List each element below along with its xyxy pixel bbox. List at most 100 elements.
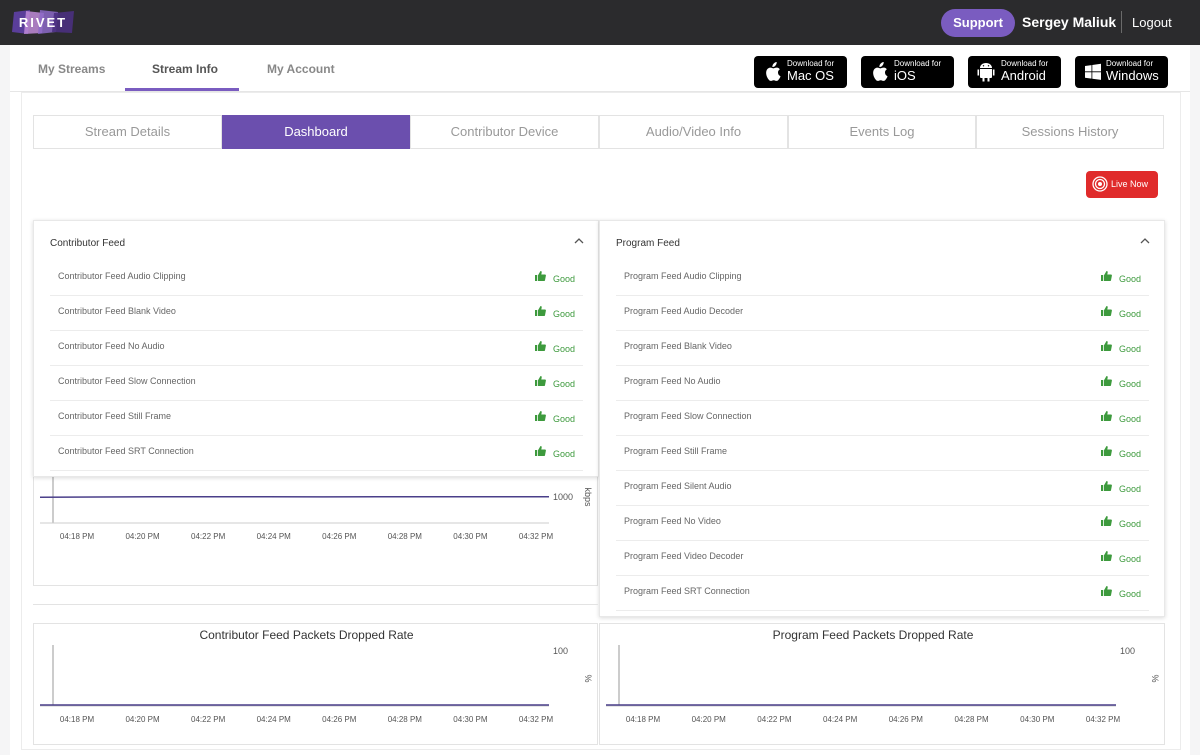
download-platform-label: iOS	[894, 68, 916, 83]
chart-title: Contributor Feed Packets Dropped Rate	[199, 628, 413, 642]
feed-check-label: Contributor Feed SRT Connection	[58, 446, 194, 456]
x-tick-label: 04:24 PM	[257, 532, 292, 541]
feed-row: Contributor Feed No Audio Good	[50, 331, 583, 366]
apple-icon	[766, 62, 781, 81]
status-good-label: Good	[1119, 554, 1142, 564]
program-packets-chart: Program Feed Packets Dropped Rate 100% 04:…	[599, 623, 1165, 745]
status-good-label: Good	[1119, 449, 1142, 459]
dashboard-container: Stream Details Dashboard Contributor Dev…	[21, 92, 1181, 750]
status-good-label: Good	[553, 309, 576, 319]
thumbs-up-icon	[535, 446, 546, 456]
tab-sessions-history[interactable]: Sessions History	[976, 115, 1164, 149]
x-tick-label: 04:26 PM	[322, 532, 357, 541]
tab-dashboard[interactable]: Dashboard	[222, 115, 410, 149]
feed-check-label: Contributor Feed Slow Connection	[58, 376, 196, 386]
support-button[interactable]: Support	[941, 9, 1015, 37]
thumbs-up-icon	[1101, 411, 1112, 421]
tab-my-streams[interactable]: My Streams	[38, 62, 105, 76]
logout-link[interactable]: Logout	[1132, 15, 1172, 30]
x-tick-label: 04:30 PM	[453, 532, 488, 541]
feed-row: Contributor Feed Slow Connection Good	[50, 366, 583, 401]
contributor-feed-card: Contributor Feed Contributor Feed Audio …	[33, 220, 599, 477]
feed-row: Program Feed Silent Audio Good	[616, 471, 1149, 506]
logo-text: RIVET	[19, 15, 67, 30]
status-good-label: Good	[1119, 344, 1142, 354]
tab-events-log[interactable]: Events Log	[788, 115, 976, 149]
x-tick-label: 04:20 PM	[125, 532, 160, 541]
feed-row: Program Feed No Video Good	[616, 506, 1149, 541]
feed-row: Program Feed No Audio Good	[616, 366, 1149, 401]
android-icon	[977, 63, 995, 82]
tab-stream-info[interactable]: Stream Info	[152, 62, 218, 76]
thumbs-up-icon	[1101, 341, 1112, 351]
download-small-label: Download for	[1106, 59, 1154, 68]
feed-row: Contributor Feed Blank Video Good	[50, 296, 583, 331]
y-axis-label: kbps	[583, 487, 593, 507]
y-tick-label: 100	[553, 646, 568, 656]
feed-check-label: Program Feed Slow Connection	[624, 411, 752, 421]
x-tick-label: 04:18 PM	[60, 715, 95, 724]
status-good-label: Good	[553, 414, 576, 424]
section-divider	[33, 604, 598, 605]
download-windows-button[interactable]: Download for Windows	[1075, 56, 1168, 88]
x-tick-label: 04:20 PM	[692, 715, 727, 724]
status-good-label: Good	[1119, 309, 1142, 319]
x-tick-label: 04:20 PM	[125, 715, 160, 724]
download-android-button[interactable]: Download for Android	[968, 56, 1061, 88]
thumbs-up-icon	[1101, 586, 1112, 596]
program-feed-title: Program Feed	[616, 238, 680, 249]
feed-row: Program Feed Slow Connection Good	[616, 401, 1149, 436]
feed-check-label: Program Feed Silent Audio	[624, 481, 732, 491]
user-name[interactable]: Sergey Maliuk	[1022, 14, 1116, 30]
apple-icon	[873, 62, 888, 81]
thumbs-up-icon	[1101, 306, 1112, 316]
feed-row: Program Feed SRT Connection Good	[616, 576, 1149, 611]
tab-audio-video-info[interactable]: Audio/Video Info	[599, 115, 788, 149]
chevron-up-icon[interactable]	[1140, 237, 1150, 245]
status-good-label: Good	[553, 274, 576, 284]
x-tick-label: 04:22 PM	[191, 715, 226, 724]
feed-check-label: Program Feed Video Decoder	[624, 551, 744, 561]
x-tick-label: 04:30 PM	[453, 715, 488, 724]
rivet-logo[interactable]: RIVET	[10, 10, 76, 35]
status-good-label: Good	[1119, 414, 1142, 424]
thumbs-up-icon	[535, 306, 546, 316]
top-nav-bar: RIVET Support Sergey Maliuk Logout	[0, 0, 1200, 45]
live-now-button[interactable]: Live Now	[1086, 171, 1158, 198]
contributor-packets-chart: Contributor Feed Packets Dropped Rate 100…	[33, 623, 598, 745]
thumbs-up-icon	[535, 271, 546, 281]
feed-check-label: Contributor Feed Blank Video	[58, 306, 176, 316]
download-ios-button[interactable]: Download for iOS	[861, 56, 954, 88]
status-good-label: Good	[553, 449, 576, 459]
thumbs-up-icon	[535, 376, 546, 386]
tab-my-account[interactable]: My Account	[267, 62, 335, 76]
status-good-label: Good	[553, 344, 576, 354]
tab-stream-details[interactable]: Stream Details	[33, 115, 222, 149]
tab-contributor-device[interactable]: Contributor Device	[410, 115, 599, 149]
download-macos-button[interactable]: Download for Mac OS	[754, 56, 847, 88]
status-good-label: Good	[1119, 484, 1142, 494]
thumbs-up-icon	[1101, 271, 1112, 281]
x-tick-label: 04:30 PM	[1020, 715, 1055, 724]
status-good-label: Good	[1119, 589, 1142, 599]
thumbs-up-icon	[1101, 481, 1112, 491]
broadcast-icon	[1092, 176, 1108, 192]
status-good-label: Good	[1119, 274, 1142, 284]
x-tick-label: 04:28 PM	[388, 715, 423, 724]
feed-check-label: Program Feed Blank Video	[624, 341, 732, 351]
x-tick-label: 04:18 PM	[60, 532, 95, 541]
x-tick-label: 04:26 PM	[889, 715, 924, 724]
status-good-label: Good	[553, 379, 576, 389]
feed-row: Contributor Feed Audio Clipping Good	[50, 261, 583, 296]
x-tick-label: 04:32 PM	[1086, 715, 1121, 724]
chart-title: Program Feed Packets Dropped Rate	[773, 628, 974, 642]
chevron-up-icon[interactable]	[574, 237, 584, 245]
feed-row: Contributor Feed Still Frame Good	[50, 401, 583, 436]
x-tick-label: 04:24 PM	[823, 715, 858, 724]
feed-check-label: Program Feed SRT Connection	[624, 586, 750, 596]
thumbs-up-icon	[1101, 376, 1112, 386]
feed-check-label: Contributor Feed No Audio	[58, 341, 165, 351]
feed-row: Program Feed Video Decoder Good	[616, 541, 1149, 576]
download-small-label: Download for	[787, 59, 835, 68]
x-tick-label: 04:18 PM	[626, 715, 661, 724]
